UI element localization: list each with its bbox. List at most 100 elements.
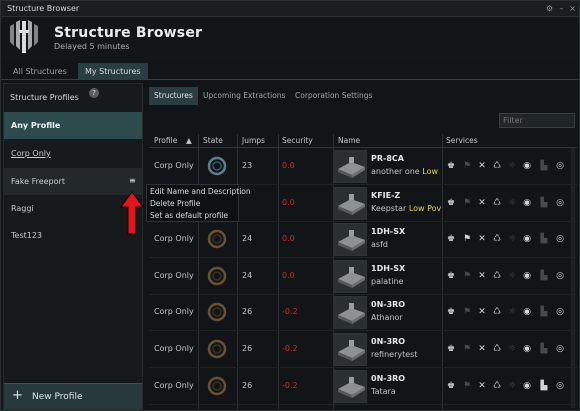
menu-edit-name[interactable]: Edit Name and Description — [150, 187, 251, 196]
tab-upcoming-extractions[interactable]: Upcoming Extractions — [198, 87, 290, 105]
service-icon[interactable]: ◉ — [522, 161, 532, 171]
tab-corporation-settings[interactable]: Corporation Settings — [290, 87, 377, 105]
sort-asc-icon[interactable]: ▲ — [186, 136, 192, 145]
tab-all-structures[interactable]: All Structures — [6, 63, 74, 80]
service-icon[interactable]: ◉ — [522, 234, 532, 244]
service-icon[interactable]: ▙ — [539, 307, 549, 317]
profile-corp-only[interactable]: Corp Only — [4, 140, 142, 167]
service-icon[interactable]: ☼ — [507, 271, 517, 281]
profile-any-profile[interactable]: Any Profile — [4, 112, 142, 139]
service-icon[interactable]: ▙ — [539, 198, 549, 208]
col-name[interactable]: Name — [338, 136, 360, 145]
service-icon[interactable]: ✕ — [477, 271, 487, 281]
service-icon[interactable]: ◉ — [522, 198, 532, 208]
profile-menu-icon[interactable]: ≡ — [129, 177, 137, 185]
service-icon[interactable]: ◎ — [555, 344, 565, 354]
service-icon[interactable]: ✕ — [477, 307, 487, 317]
service-icon[interactable]: ☼ — [507, 344, 517, 354]
tab-structures[interactable]: Structures — [149, 87, 198, 105]
title-bar[interactable]: Structure Browser ⚙ – × — [1, 1, 579, 17]
service-icon[interactable]: ⚑ — [462, 161, 472, 171]
new-profile-label: New Profile — [32, 392, 83, 402]
service-icon[interactable]: ♚ — [446, 344, 456, 354]
service-icon[interactable]: ♚ — [446, 271, 456, 281]
service-icon[interactable]: ▙ — [539, 344, 549, 354]
low-power-label: Low — [422, 167, 439, 176]
service-icon[interactable]: ◉ — [522, 307, 532, 317]
service-icon[interactable]: ♺ — [492, 198, 502, 208]
table-row[interactable]: Corp Only 23 0.0 PR-8CA another one Low ♚ ⚑ ✕ ♺ ☼… — [149, 148, 577, 185]
service-icon[interactable]: ◉ — [522, 271, 532, 281]
service-icon[interactable]: ◎ — [555, 271, 565, 281]
structure-thumbnail[interactable] — [334, 186, 367, 220]
service-icon[interactable]: ⚑ — [462, 198, 472, 208]
service-icon[interactable]: ♺ — [492, 271, 502, 281]
table-row[interactable]: Corp Only 26 -0.2 0N-3RO Tatara ♚ ⚑ ✕ ♺ ☼ ◉ ▙ ◎ — [149, 368, 577, 405]
service-icon[interactable]: ♚ — [446, 381, 456, 391]
service-icon[interactable]: ✕ — [477, 198, 487, 208]
service-icon[interactable]: ◎ — [555, 307, 565, 317]
service-icon[interactable]: ◎ — [555, 198, 565, 208]
service-icon[interactable]: ◉ — [522, 344, 532, 354]
service-icon[interactable]: ▙ — [539, 234, 549, 244]
filter-input[interactable] — [499, 113, 575, 128]
structure-name: 1DH-SX — [371, 263, 406, 273]
service-icon[interactable]: ☼ — [507, 198, 517, 208]
new-profile-button[interactable]: + New Profile — [4, 383, 142, 409]
menu-set-default[interactable]: Set as default profile — [150, 211, 228, 220]
service-icon[interactable]: ♚ — [446, 161, 456, 171]
service-icon[interactable]: ✕ — [477, 344, 487, 354]
structure-thumbnail[interactable] — [334, 369, 367, 403]
service-icon[interactable]: ◎ — [555, 161, 565, 171]
minimize-icon[interactable]: – — [557, 4, 566, 13]
tab-my-structures[interactable]: My Structures — [78, 63, 148, 80]
col-profile[interactable]: Profile — [154, 136, 177, 145]
service-icon[interactable]: ♺ — [492, 381, 502, 391]
row-jumps: 26 — [242, 307, 253, 317]
service-icon[interactable]: ✕ — [477, 161, 487, 171]
row-security: -0.2 — [282, 380, 298, 390]
service-icon[interactable]: ◎ — [555, 234, 565, 244]
service-icon[interactable]: ☼ — [507, 307, 517, 317]
service-icon[interactable]: ⚑ — [462, 307, 472, 317]
service-icon[interactable]: ☼ — [507, 234, 517, 244]
col-jumps[interactable]: Jumps — [242, 136, 265, 145]
service-icon[interactable]: ⚑ — [462, 271, 472, 281]
service-icon[interactable]: ▙ — [539, 271, 549, 281]
service-icon[interactable]: ◉ — [522, 381, 532, 391]
service-icon[interactable]: ⚑ — [462, 234, 472, 244]
structure-thumbnail[interactable] — [334, 296, 367, 330]
table-row[interactable]: Corp Only 24 0.0 1DH-SX palatine ♚ ⚑ ✕ ♺ ☼ ◉ ▙ ◎ — [149, 258, 577, 295]
service-icon[interactable]: ♚ — [446, 307, 456, 317]
col-state[interactable]: State — [203, 136, 223, 145]
col-services[interactable]: Services — [446, 136, 478, 145]
service-icon[interactable]: ♺ — [492, 344, 502, 354]
table-row[interactable]: Corp Only 26 -0.2 0N-3RO refinerytest ♚ ⚑ ✕ ♺ ☼ ◉… — [149, 331, 577, 368]
structure-thumbnail[interactable] — [334, 259, 367, 293]
service-icon[interactable]: ♚ — [446, 234, 456, 244]
service-icon[interactable]: ✕ — [477, 381, 487, 391]
service-icon[interactable]: ☼ — [507, 161, 517, 171]
service-icon[interactable]: ♺ — [492, 161, 502, 171]
service-icon[interactable]: ✕ — [477, 234, 487, 244]
structure-thumbnail[interactable] — [334, 223, 367, 257]
close-icon[interactable]: × — [568, 4, 577, 13]
service-icon[interactable]: ♚ — [446, 198, 456, 208]
help-icon[interactable]: ? — [89, 88, 99, 98]
table-row[interactable]: Corp Only 26 -0.2 0N-3RO Athanor ♚ ⚑ ✕ ♺ ☼ ◉ ▙ ◎ — [149, 294, 577, 332]
service-icon[interactable]: ☼ — [507, 381, 517, 391]
table-row[interactable]: Corp Only 24 0.0 1DH-SX asfd ♚ ⚑ ✕ ♺ ☼ ◉ ▙ ◎ — [149, 221, 577, 259]
service-icon[interactable]: ▙ — [539, 161, 549, 171]
structure-thumbnail[interactable] — [334, 333, 367, 366]
service-icon[interactable]: ◎ — [555, 381, 565, 391]
menu-delete-profile[interactable]: Delete Profile — [150, 199, 200, 208]
service-icon[interactable]: ⚑ — [462, 344, 472, 354]
service-icon[interactable]: ▙ — [539, 381, 549, 391]
service-icon[interactable]: ♺ — [492, 307, 502, 317]
settings-icon[interactable]: ⚙ — [545, 4, 554, 13]
col-security[interactable]: Security — [282, 136, 313, 145]
scrollbar[interactable] — [571, 148, 575, 408]
service-icon[interactable]: ⚑ — [462, 381, 472, 391]
structure-thumbnail[interactable] — [334, 150, 367, 183]
service-icon[interactable]: ♺ — [492, 234, 502, 244]
